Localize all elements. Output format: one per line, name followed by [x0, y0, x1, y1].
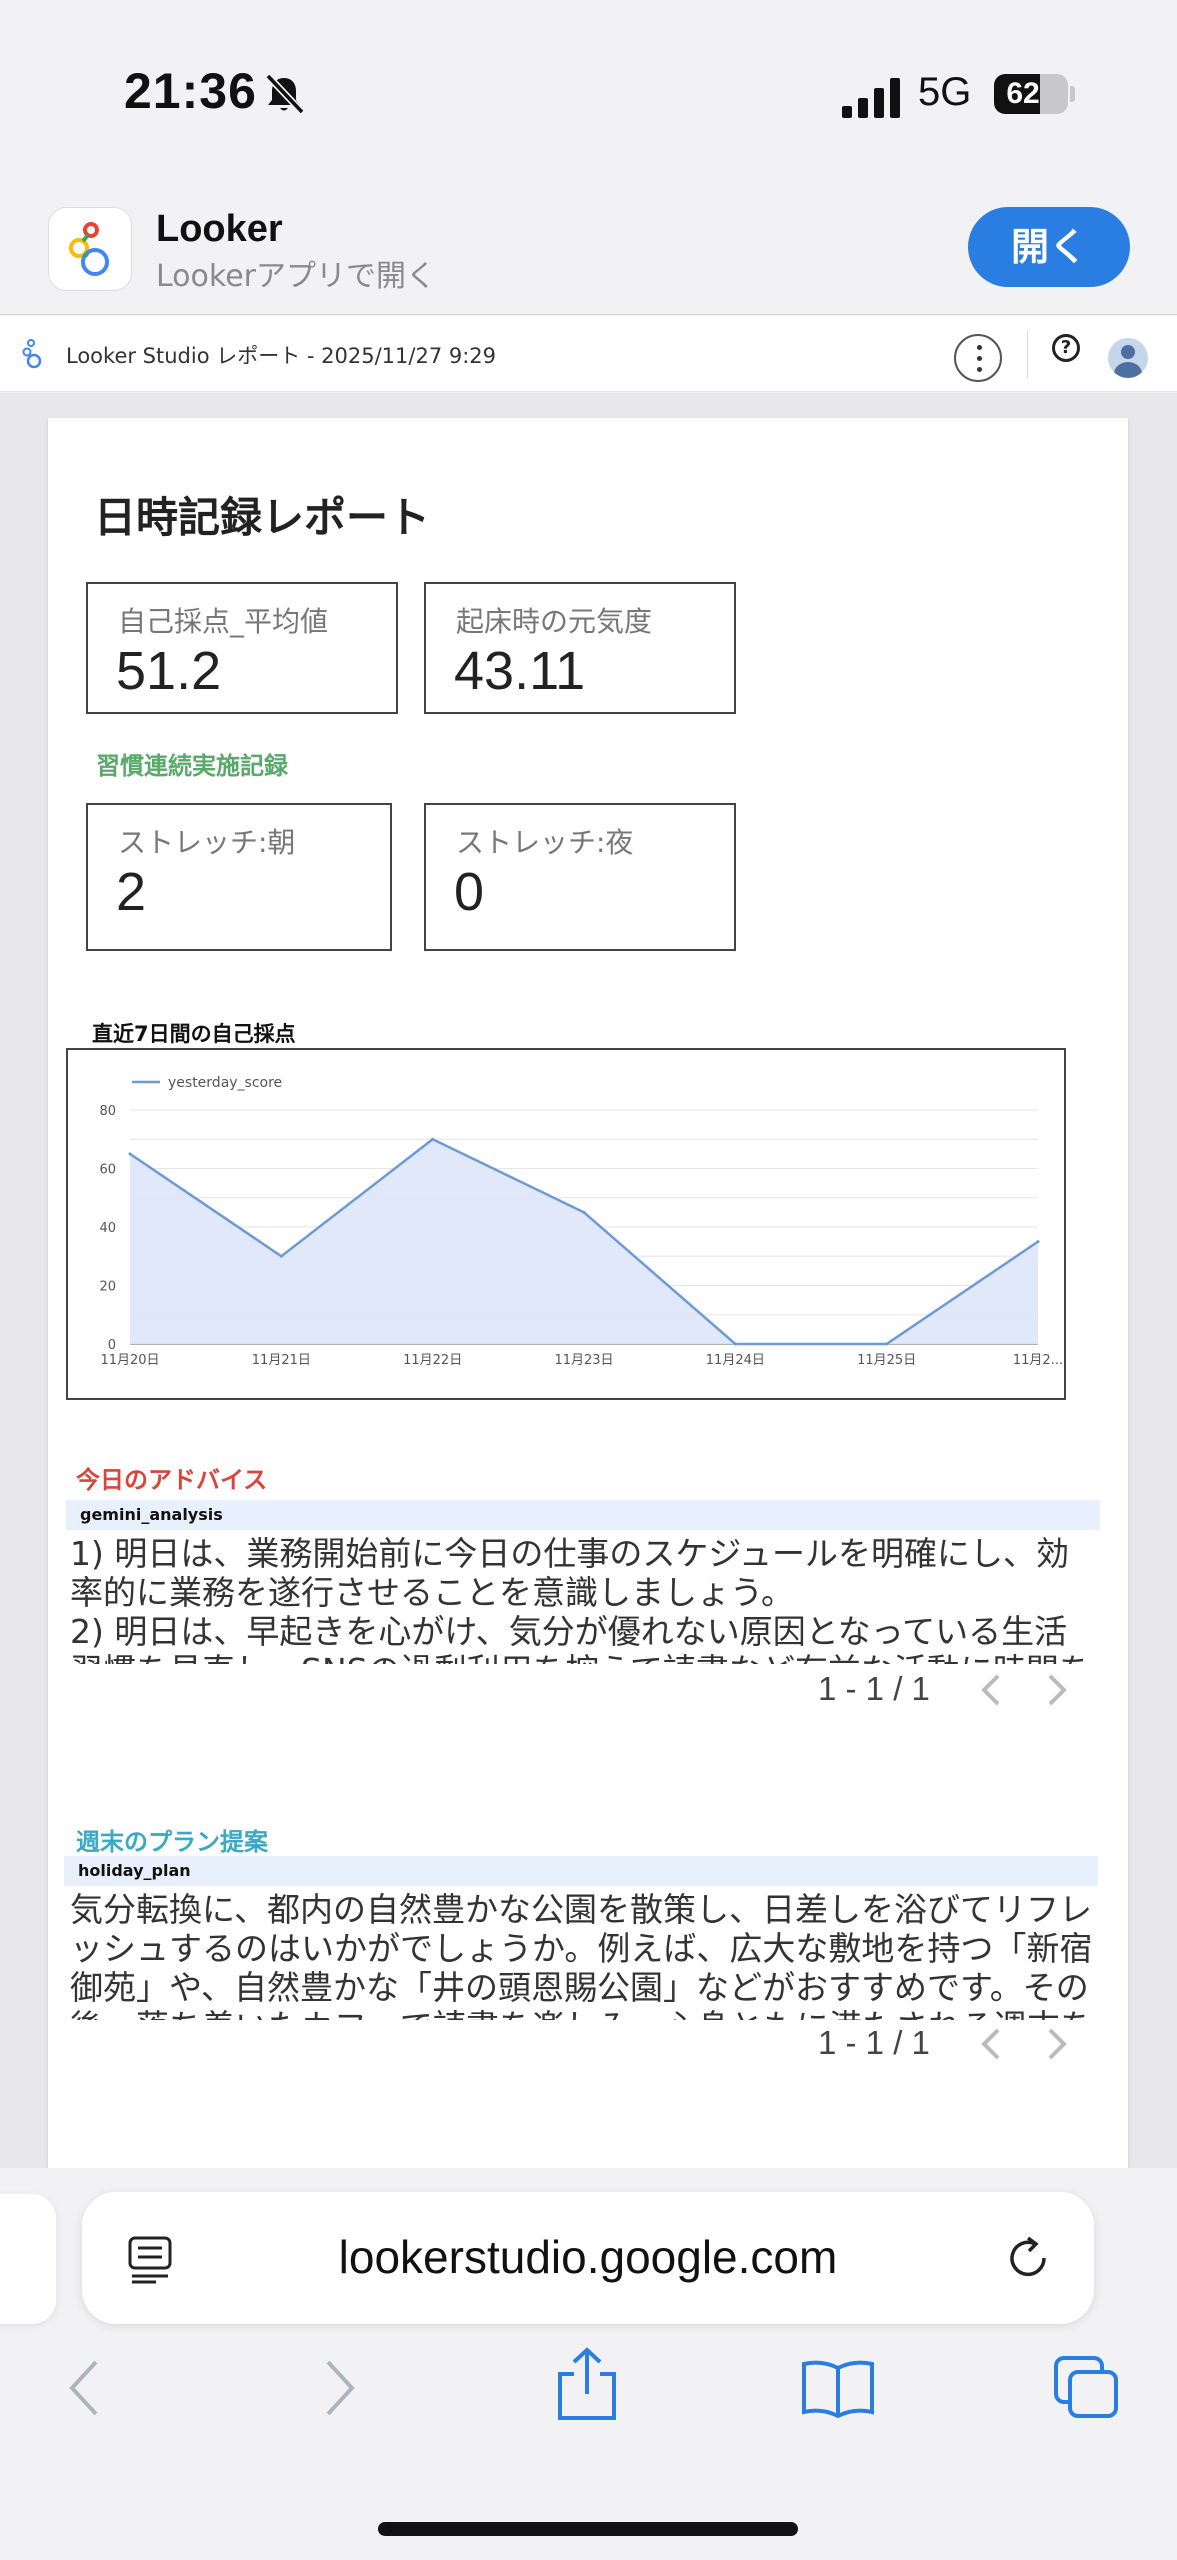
- scorecard-value: 43.11: [454, 641, 586, 701]
- advice-next-page-button[interactable]: [1038, 1672, 1074, 1708]
- app-banner: Looker Lookerアプリで開く 開く: [0, 175, 1177, 315]
- y-tick-label: 40: [99, 1221, 116, 1236]
- scorecard-stretch-night[interactable]: ストレッチ:夜 0: [424, 803, 736, 951]
- data-point: [431, 1137, 435, 1141]
- y-tick-label: 0: [108, 1338, 116, 1353]
- x-tick-label: 11月25日: [857, 1353, 916, 1368]
- scorecard-label: 起床時の元気度: [456, 605, 653, 638]
- scorecard-label: ストレッチ:朝: [118, 826, 296, 859]
- plan-pager-info: 1 - 1 / 1: [818, 2024, 930, 2061]
- legend-label: yesterday_score: [168, 1075, 282, 1091]
- status-time: 21:36: [124, 63, 257, 119]
- score-chart-svg: 0 20 40 60 80 11月20日 11月21日 11月22日 11月23日 11月24日 1…: [99, 1075, 1063, 1368]
- browser-toolbar: lookerstudio.google.com: [0, 2168, 1177, 2560]
- data-point: [733, 1342, 737, 1346]
- app-subtitle: Lookerアプリで開く: [156, 259, 436, 294]
- bell-muted-icon: [265, 73, 305, 115]
- habit-section-label: 習慣連続実施記録: [96, 752, 288, 780]
- cellular-signal-icon: [842, 78, 900, 118]
- advice-table-header[interactable]: gemini_analysis: [66, 1500, 1100, 1530]
- forward-icon[interactable]: [320, 2356, 360, 2420]
- scorecard-value: 51.2: [116, 641, 222, 701]
- chevron-right-icon: [1048, 1674, 1067, 1706]
- tabs-icon[interactable]: [1052, 2354, 1122, 2420]
- y-tick-label: 20: [99, 1280, 116, 1295]
- advice-pager-info: 1 - 1 / 1: [818, 1670, 930, 1707]
- scorecard-label: 自己採点_平均値: [118, 605, 329, 638]
- avatar-body: [1114, 362, 1142, 378]
- y-tick-label: 80: [99, 1104, 116, 1119]
- series-area: [130, 1139, 1038, 1344]
- scorecard-value: 0: [454, 862, 485, 922]
- chevron-left-icon: [981, 2028, 1000, 2060]
- advice-section-label: 今日のアドバイス: [76, 1466, 268, 1494]
- scorecard-stretch-morning[interactable]: ストレッチ:朝 2: [86, 803, 392, 951]
- score-chart[interactable]: 0 20 40 60 80 11月20日 11月21日 11月22日 11月23日 11月24日 1…: [66, 1048, 1066, 1400]
- data-point: [885, 1342, 889, 1346]
- advice-table-cell: 1) 明日は、業務開始前に今日の仕事のスケジュールを明確にし、効率的に業務を遂行…: [70, 1534, 1092, 1664]
- page-title: 日時記録レポート: [94, 493, 431, 542]
- address-bar[interactable]: lookerstudio.google.com: [82, 2192, 1094, 2324]
- data-point: [279, 1254, 283, 1258]
- scorecard-label: ストレッチ:夜: [456, 826, 634, 859]
- header-divider: [1027, 330, 1028, 378]
- chevron-left-icon: [981, 1674, 1000, 1706]
- plan-table-cell: 気分転換に、都内の自然豊かな公園を散策し、日差しを浴びてリフレッシュするのはいか…: [70, 1890, 1093, 2020]
- x-tick-label: 11月2...: [1013, 1353, 1063, 1368]
- user-avatar[interactable]: [1108, 338, 1148, 378]
- chevron-right-icon: [1048, 2028, 1067, 2060]
- looker-header: Looker Studio レポート - 2025/11/27 9:29 ?: [0, 316, 1177, 392]
- x-tick-label: 11月23日: [554, 1353, 613, 1368]
- avatar-head: [1121, 345, 1135, 359]
- x-tick-label: 11月21日: [252, 1353, 311, 1368]
- app-name: Looker: [156, 208, 283, 250]
- battery-tip: [1070, 86, 1075, 102]
- battery-icon: 62: [994, 74, 1068, 114]
- x-tick-label: 11月24日: [706, 1353, 765, 1368]
- back-icon[interactable]: [64, 2356, 104, 2420]
- looker-app-icon: [48, 207, 132, 291]
- more-dot: [977, 367, 982, 372]
- y-tick-label: 60: [99, 1163, 116, 1178]
- looker-logo-icon: [22, 339, 42, 369]
- data-point: [1036, 1240, 1040, 1244]
- x-tick-label: 11月20日: [100, 1353, 159, 1368]
- plan-table-header[interactable]: holiday_plan: [64, 1856, 1098, 1886]
- previous-tab-peek[interactable]: [0, 2194, 56, 2324]
- plan-section-label: 週末のプラン提案: [76, 1828, 268, 1856]
- home-indicator: [378, 2522, 798, 2536]
- report-title: Looker Studio レポート - 2025/11/27 9:29: [66, 344, 497, 368]
- data-point: [128, 1152, 132, 1156]
- chart-title: 直近7日間の自己採点: [92, 1022, 296, 1046]
- url-text[interactable]: lookerstudio.google.com: [82, 2230, 1094, 2284]
- more-dot: [977, 356, 982, 361]
- share-icon[interactable]: [556, 2346, 618, 2422]
- scorecard-wakeup-energy[interactable]: 起床時の元気度 43.11: [424, 582, 736, 714]
- report-page: 日時記録レポート 自己採点_平均値 51.2 起床時の元気度 43.11 習慣連…: [48, 418, 1128, 2168]
- plan-next-page-button[interactable]: [1038, 2026, 1074, 2062]
- more-options-button[interactable]: [954, 334, 1002, 382]
- plan-prev-page-button[interactable]: [974, 2026, 1010, 2062]
- status-bar: 21:36 5G 62: [0, 0, 1177, 175]
- scorecard-value: 2: [116, 862, 147, 922]
- bookmarks-icon[interactable]: [800, 2358, 876, 2418]
- battery-level: 62: [1006, 77, 1040, 110]
- reload-icon[interactable]: [1004, 2234, 1052, 2282]
- x-tick-label: 11月22日: [403, 1353, 462, 1368]
- advice-prev-page-button[interactable]: [974, 1672, 1010, 1708]
- open-app-button[interactable]: 開く: [968, 207, 1130, 287]
- data-point: [582, 1210, 586, 1214]
- help-icon[interactable]: ?: [1052, 334, 1080, 362]
- scorecard-self-score-avg[interactable]: 自己採点_平均値 51.2: [86, 582, 398, 714]
- more-dot: [977, 345, 982, 350]
- network-type: 5G: [918, 70, 972, 114]
